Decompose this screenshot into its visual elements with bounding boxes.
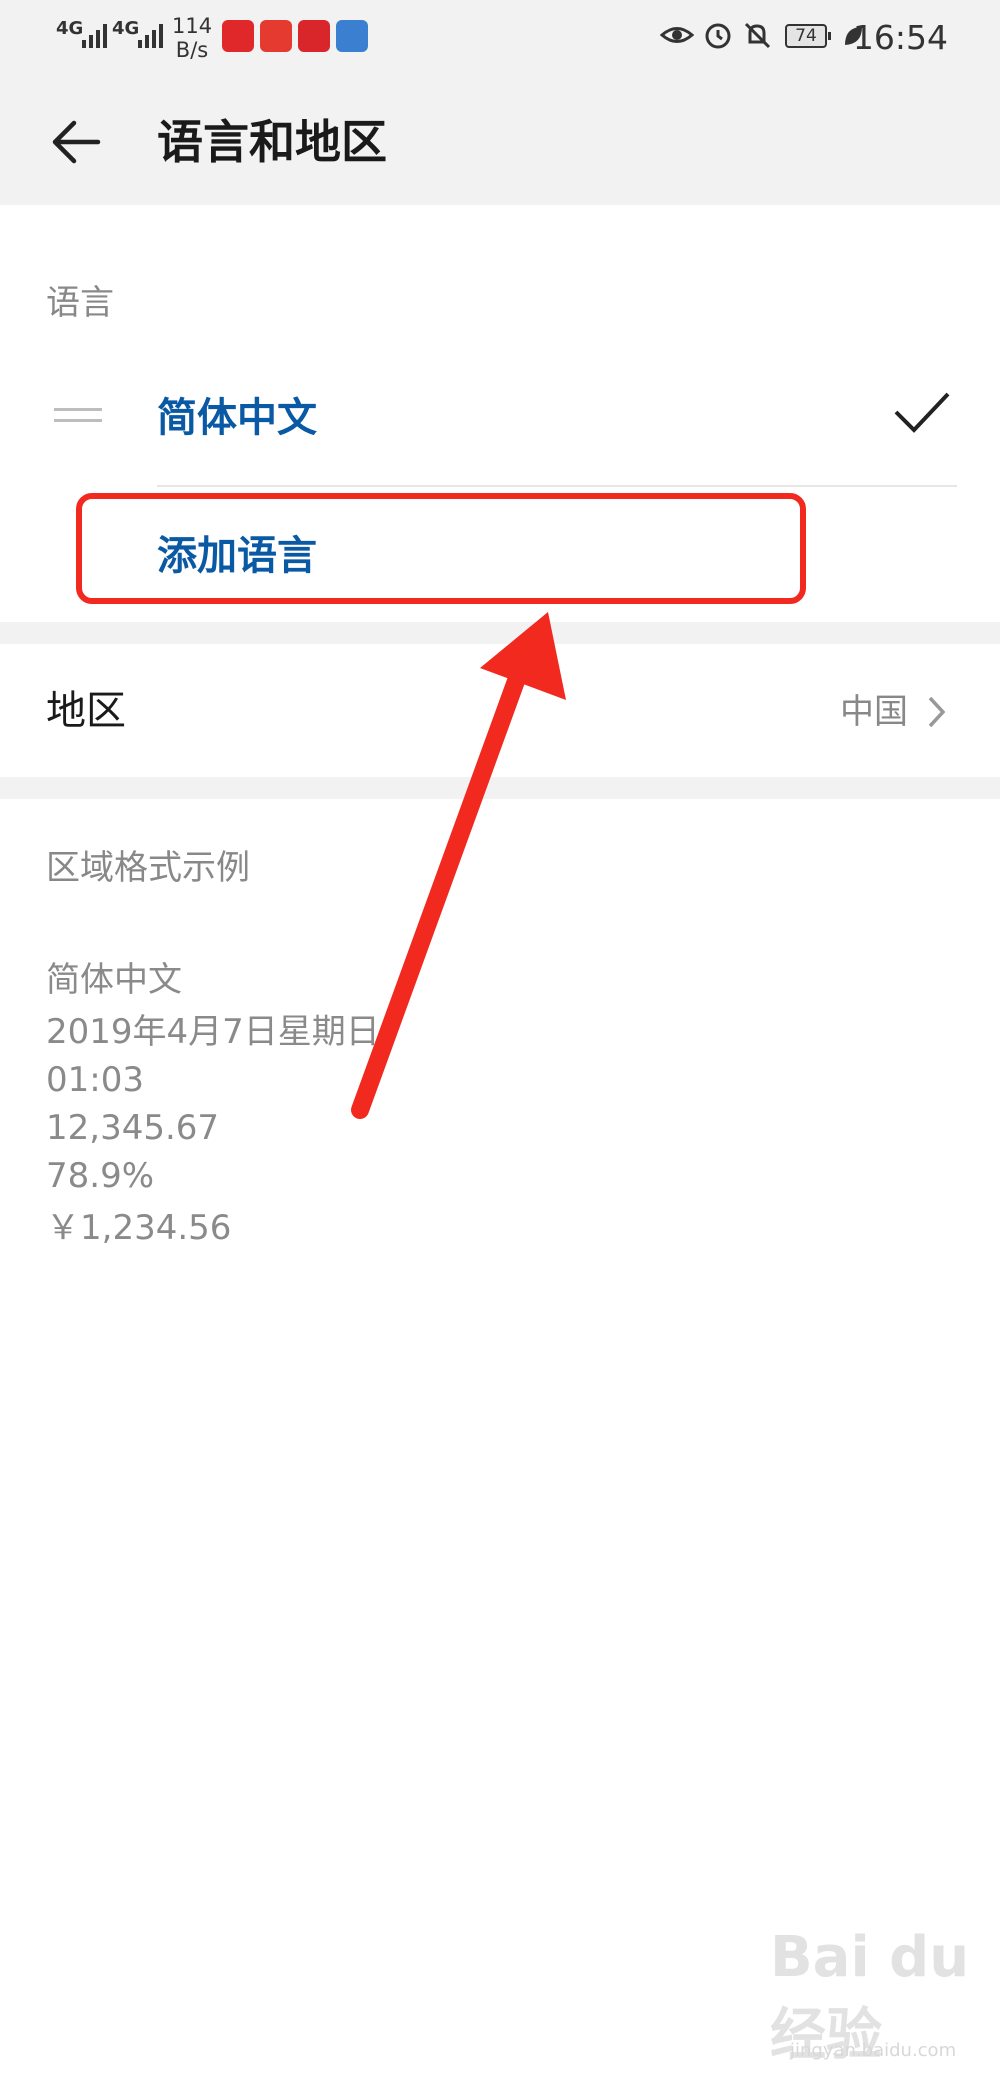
back-arrow-icon[interactable]: [46, 112, 106, 172]
format-example-time: 01:03: [46, 1060, 144, 1100]
highlight-annotation-box: [76, 493, 806, 604]
region-label: 地区: [46, 688, 126, 734]
page-title: 语言和地区: [157, 115, 387, 169]
format-example-number: 12,345.67: [46, 1108, 220, 1148]
finance-app-icon: [336, 20, 368, 52]
signal-bars-1-icon: [82, 24, 107, 48]
section-separator: [0, 622, 1000, 644]
signal-type-1: 4G: [56, 18, 84, 39]
drag-handle-icon[interactable]: [54, 408, 102, 424]
watermark-url: jingyan.baidu.com: [790, 2040, 957, 2061]
signal-type-2: 4G: [112, 18, 140, 39]
format-example-date: 2019年4月7日星期日: [46, 1012, 380, 1052]
clock: 16:54: [852, 18, 948, 57]
divider: [157, 485, 957, 487]
language-item-simplified-chinese[interactable]: 简体中文: [157, 388, 317, 448]
news-app-icon: [260, 20, 292, 52]
net-speed: 114 B/s: [172, 14, 212, 62]
language-section-label: 语言: [46, 283, 114, 323]
checkmark-icon: [894, 392, 950, 433]
mute-icon: [744, 22, 771, 49]
status-bar: 4G 4G 114 B/s 74 16:54: [0, 0, 1000, 70]
chevron-right-icon: [928, 696, 946, 728]
format-example-language: 简体中文: [46, 960, 182, 1000]
stock-app-icon: [222, 20, 254, 52]
region-value: 中国: [840, 692, 908, 732]
net-speed-value: 114: [172, 14, 213, 38]
format-example-percent: 78.9%: [46, 1156, 155, 1196]
format-example-currency: ￥1,234.56: [46, 1208, 232, 1248]
battery-icon: 74: [785, 24, 831, 48]
net-speed-unit: B/s: [175, 38, 209, 62]
alarm-icon: [705, 23, 731, 49]
section-separator: [0, 777, 1000, 799]
chart-app-icon: [298, 20, 330, 52]
format-example-label: 区域格式示例: [46, 848, 250, 888]
eye-comfort-icon: [660, 27, 694, 43]
signal-bars-2-icon: [138, 24, 163, 48]
